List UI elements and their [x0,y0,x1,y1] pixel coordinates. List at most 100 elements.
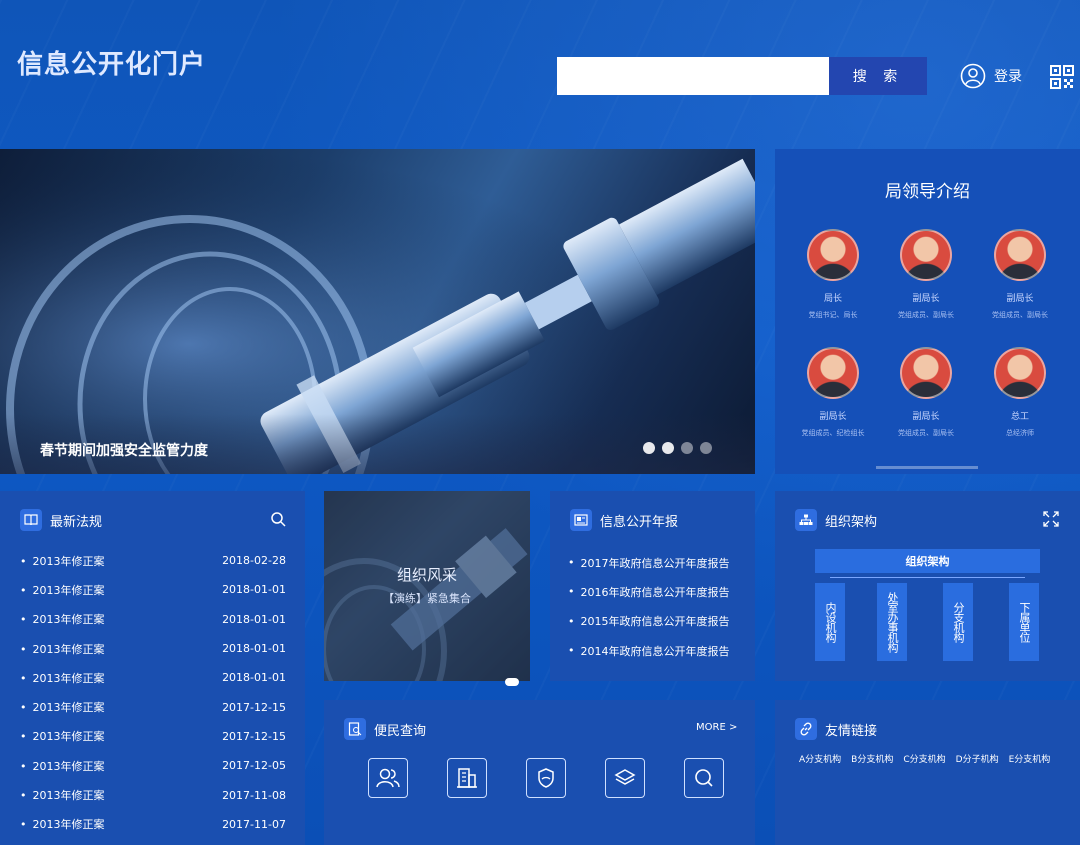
org-structure-panel: 组织架构 组织架构 内设机构 处室办事机构 分支机构 下属单位 [775,491,1080,681]
leader-name: 副局长 [1006,294,1034,304]
org-child-node[interactable]: 分支机构 [943,583,973,661]
carousel-dot-2[interactable] [662,442,674,454]
item-date: 2018-01-01 [222,671,286,685]
reports-list: 2017年政府信息公开年度报告 2016年政府信息公开年度报告 2015年政府信… [568,548,730,665]
carousel-dot-3[interactable] [681,442,693,454]
building-icon[interactable] [447,758,487,798]
leader-card[interactable]: 副局长 党组成员、副局长 [975,229,1065,320]
links-title: 友情链接 [825,723,878,739]
layers-icon[interactable] [605,758,645,798]
login-link[interactable]: 登录 [960,63,1022,89]
leaders-scrollbar[interactable] [876,466,978,469]
list-item[interactable]: 2013年修正案 2017-11-07 [20,810,287,839]
org-child-node[interactable]: 下属单位 [1009,583,1039,661]
leader-role: 党组成员、副局长 [992,311,1048,319]
leader-role: 党组成员、纪检组长 [801,429,865,437]
item-date: 2017-12-15 [222,729,286,743]
more-link[interactable]: MORE > [696,722,737,733]
carousel-dots [643,442,712,454]
list-item[interactable]: 2013年修正案 2018-01-01 [20,575,287,604]
expand-icon[interactable] [1043,511,1059,527]
query-panel: 便民查询 MORE > [324,700,755,845]
list-item[interactable]: 2016年政府信息公开年度报告 [568,577,730,606]
avatar [900,229,952,281]
org-style-image [324,491,530,681]
leader-name: 副局长 [912,294,940,304]
leaders-title: 局领导介绍 [885,182,970,202]
avatar [994,347,1046,399]
item-title: 2013年修正案 [20,611,105,627]
links-header: 友情链接 [795,718,877,740]
search-input[interactable] [557,57,829,95]
shield-icon[interactable] [526,758,566,798]
query-icon-row [368,758,724,798]
item-date: 2018-02-28 [222,554,286,568]
query-header: 便民查询 [344,718,426,740]
leader-card[interactable]: 局长 党组书记、局长 [788,229,878,320]
item-date: 2018-01-01 [222,583,286,597]
leader-name: 总工 [1010,412,1029,422]
regulations-header: 最新法规 [20,509,102,531]
leader-card[interactable]: 副局长 党组成员、纪检组长 [788,347,878,438]
friend-link[interactable]: E分支机构 [1009,752,1051,765]
org-structure-header: 组织架构 [795,509,877,531]
leader-role: 党组书记、局长 [808,311,858,319]
regulations-list: 2013年修正案 2018-02-28 2013年修正案 2018-01-01 20… [20,546,287,839]
carousel-dot-1[interactable] [643,442,655,454]
leader-role: 总经济师 [1006,429,1034,437]
search-icon[interactable] [270,511,286,527]
list-item[interactable]: 2015年政府信息公开年度报告 [568,607,730,636]
list-item[interactable]: 2013年修正案 2018-01-01 [20,634,287,663]
list-item[interactable]: 2013年修正案 2018-02-28 [20,546,287,575]
qr-code-icon[interactable] [1050,65,1074,89]
org-child-node[interactable]: 内设机构 [815,583,845,661]
list-item[interactable]: 2017年政府信息公开年度报告 [568,548,730,577]
leader-card[interactable]: 总工 总经济师 [975,347,1065,438]
regulations-title: 最新法规 [50,514,103,530]
links-list: A分支机构 B分支机构 C分支机构 D分子机构 E分支机构 [799,752,1059,765]
org-connector [830,577,1025,578]
avatar [900,347,952,399]
header: 信息公开化门户 搜 索 登录 [0,0,1080,148]
item-title: 2013年修正案 [20,582,105,598]
leader-name: 副局长 [819,412,847,422]
list-item[interactable]: 2013年修正案 2018-01-01 [20,663,287,692]
item-date: 2018-01-01 [222,642,286,656]
leader-role: 党组成员、副局长 [898,429,954,437]
search-icon[interactable] [684,758,724,798]
org-style-card[interactable]: 组织风采 【演练】紧急集合 [324,491,530,681]
item-title: 2013年修正案 [20,787,105,803]
avatar [807,347,859,399]
user-circle-icon [960,63,986,89]
leader-name: 副局长 [912,412,940,422]
org-root-node[interactable]: 组织架构 [815,549,1040,573]
friend-link[interactable]: A分支机构 [799,752,841,765]
list-item[interactable]: 2014年政府信息公开年度报告 [568,636,730,665]
users-icon[interactable] [368,758,408,798]
book-icon [20,509,42,531]
item-date: 2017-11-07 [222,817,286,831]
org-child-node[interactable]: 处室办事机构 [877,583,907,661]
list-item[interactable]: 2013年修正案 2017-11-08 [20,780,287,809]
friend-link[interactable]: C分支机构 [903,752,945,765]
item-title: 2013年修正案 [20,758,105,774]
reports-title: 信息公开年报 [600,514,679,530]
org-style-indicator[interactable] [505,678,519,686]
leader-card[interactable]: 副局长 党组成员、副局长 [881,347,971,438]
list-item[interactable]: 2013年修正案 2017-12-05 [20,751,287,780]
list-item[interactable]: 2013年修正案 2018-01-01 [20,605,287,634]
list-item[interactable]: 2013年修正案 2017-12-15 [20,722,287,751]
org-style-subtitle: 【演练】紧急集合 [383,592,471,605]
friend-link[interactable]: B分支机构 [851,752,893,765]
org-chart-icon [795,509,817,531]
item-date: 2017-12-15 [222,700,286,714]
item-date: 2018-01-01 [222,612,286,626]
friend-link[interactable]: D分子机构 [956,752,999,765]
carousel-dot-4[interactable] [700,442,712,454]
banner-caption[interactable]: 春节期间加强安全监管力度 [40,440,208,460]
banner-carousel[interactable]: 春节期间加强安全监管力度 [0,149,755,474]
list-item[interactable]: 2013年修正案 2017-12-15 [20,692,287,721]
search-button[interactable]: 搜 索 [829,57,927,95]
leader-card[interactable]: 副局长 党组成员、副局长 [881,229,971,320]
document-search-icon [344,718,366,740]
